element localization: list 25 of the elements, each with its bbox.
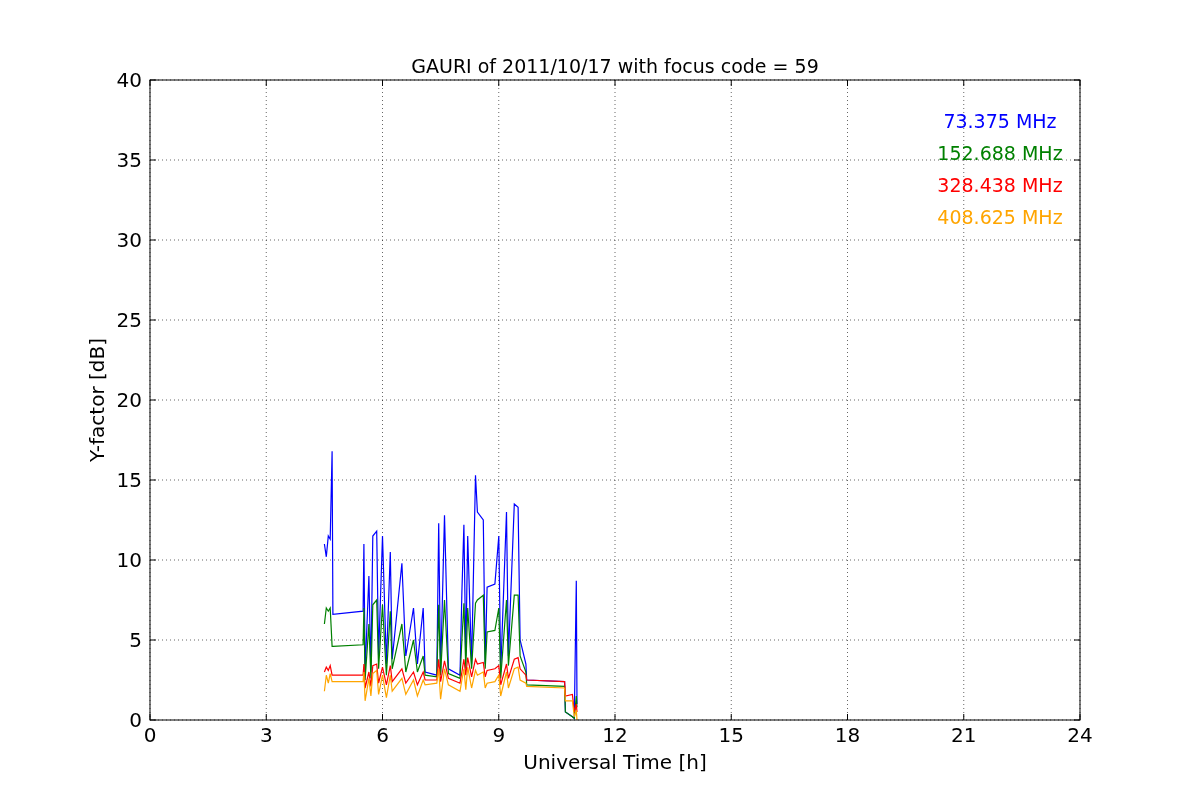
y-tick-label: 20 — [116, 388, 142, 412]
x-tick-label: 24 — [1067, 723, 1093, 747]
x-tick-label: 15 — [718, 723, 744, 747]
x-tick-label: 18 — [834, 723, 861, 747]
x-tick-label: 9 — [492, 723, 506, 747]
chart-title: GAURI of 2011/10/17 with focus code = 59 — [411, 55, 819, 77]
legend-label: 73.375 MHz — [943, 110, 1057, 132]
y-tick-label: 40 — [116, 68, 142, 92]
x-tick-label: 12 — [602, 723, 628, 747]
y-tick-label: 10 — [116, 548, 142, 572]
legend-label: 152.688 MHz — [937, 142, 1063, 164]
y-tick-label: 25 — [116, 308, 142, 332]
legend-label: 328.438 MHz — [937, 174, 1063, 196]
y-tick-label: 15 — [116, 468, 142, 492]
y-tick-label: 0 — [129, 708, 142, 732]
x-tick-label: 3 — [259, 723, 273, 747]
x-axis-label: Universal Time [h] — [523, 750, 707, 774]
y-axis-label: Y-factor [dB] — [85, 338, 109, 462]
x-tick-label: 21 — [951, 723, 977, 747]
y-tick-label: 5 — [129, 628, 142, 652]
legend-label: 408.625 MHz — [937, 206, 1063, 228]
y-tick-label: 30 — [116, 228, 142, 252]
y-tick-label: 35 — [116, 148, 142, 172]
x-tick-label: 0 — [143, 723, 157, 747]
x-tick-label: 6 — [376, 723, 389, 747]
